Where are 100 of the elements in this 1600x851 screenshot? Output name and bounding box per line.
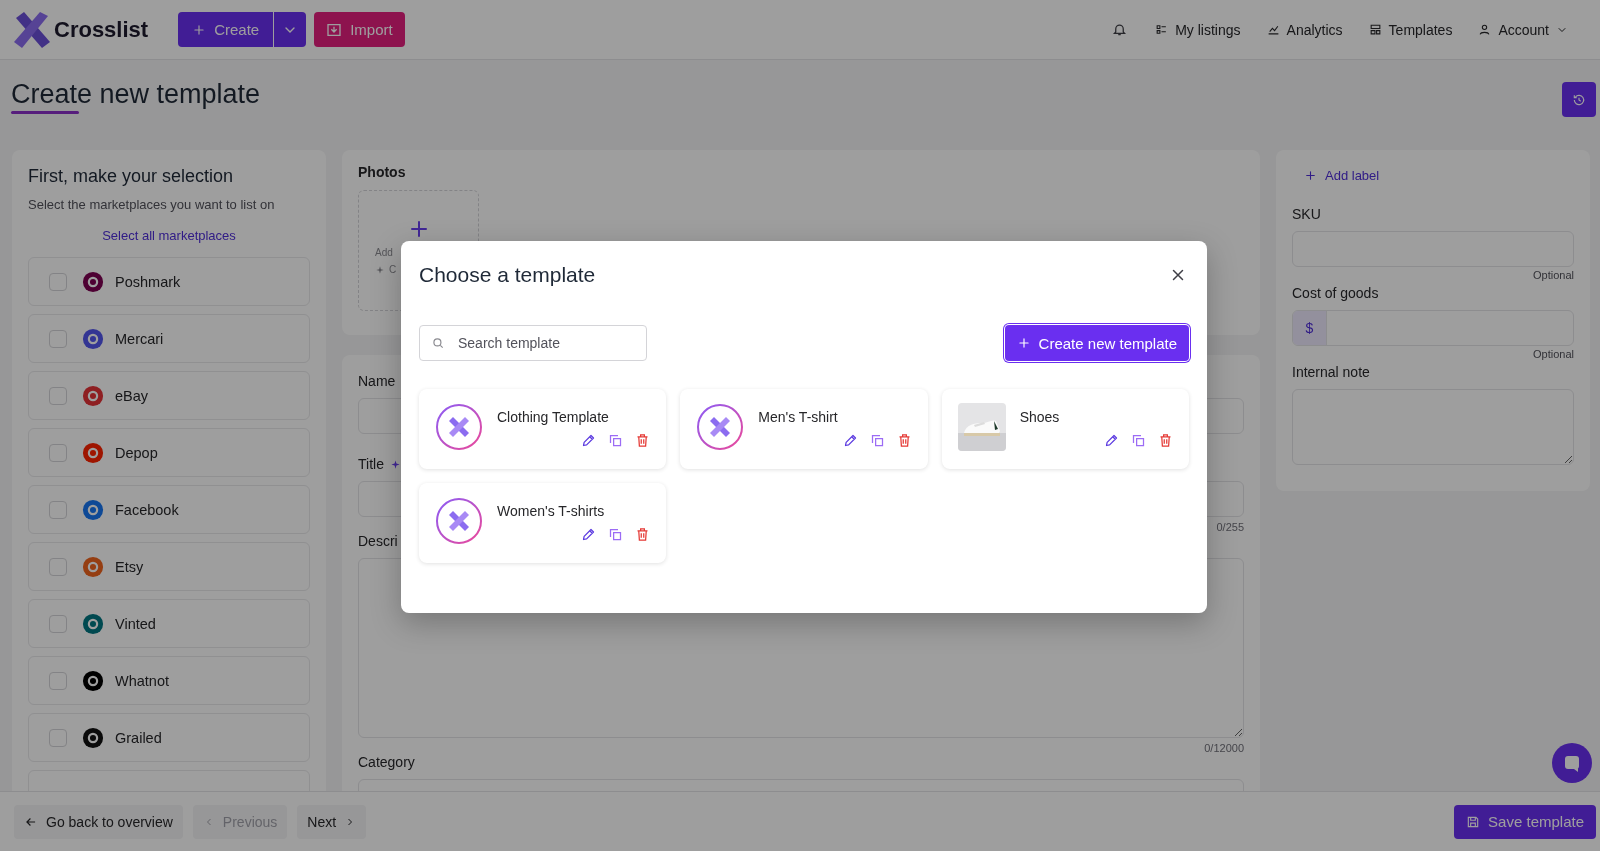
x-logo-icon [12, 9, 52, 50]
nav-link[interactable]: My listings [1155, 21, 1241, 38]
field-label: Name [358, 373, 396, 389]
back-button[interactable]: Go back to overview [14, 804, 183, 839]
optional-hint: Optional [1532, 269, 1574, 281]
delete-button[interactable] [635, 433, 651, 448]
marketplace-row[interactable]: Whatnot [28, 656, 310, 705]
checkbox[interactable] [49, 443, 67, 462]
marketplace-name: Mercari [115, 330, 164, 347]
field-label: Descri [358, 533, 398, 549]
tray-icon [326, 21, 343, 38]
optional-hint: Optional [1532, 348, 1574, 360]
page-title: Create new template [11, 78, 261, 111]
marketplace-row[interactable]: Poshmark [28, 257, 310, 306]
marketplace-name: Facebook [115, 501, 179, 518]
duplicate-button[interactable] [608, 433, 624, 448]
search-field[interactable]: Search template [419, 325, 647, 361]
field-label: Internal note [1292, 364, 1370, 380]
copy-icon [608, 527, 624, 542]
upload-text: Add [375, 247, 393, 258]
copy-icon [608, 433, 624, 448]
nav-link[interactable]: Account [1478, 21, 1568, 38]
delete-button[interactable] [1158, 433, 1173, 448]
add-label-link[interactable]: Add label [1292, 168, 1574, 183]
character-counter: 0/255 [1215, 521, 1244, 533]
marketplace-row[interactable]: Facebook [28, 485, 310, 534]
edit-button[interactable] [581, 433, 597, 448]
marketplace-row[interactable]: Grailed [28, 713, 310, 762]
pencil-icon [581, 433, 597, 448]
save-template-button[interactable]: Save template [1454, 804, 1596, 839]
brand-logo-icon [82, 498, 104, 521]
checkbox[interactable] [49, 728, 67, 747]
brand-name: Crosslist [54, 16, 149, 43]
internal-note-field[interactable] [1292, 389, 1574, 465]
checkbox[interactable] [49, 557, 67, 576]
chat-button[interactable] [1552, 743, 1592, 783]
brand-logo-icon [82, 270, 104, 293]
marketplace-row[interactable]: Vinted [28, 599, 310, 648]
template-card[interactable]: Shoes [941, 389, 1189, 469]
field-label: Title [358, 456, 384, 472]
template-name: Men's T-shirt [758, 409, 839, 425]
field-label: Photos [358, 164, 406, 180]
plus-icon [1304, 169, 1317, 182]
duplicate-button[interactable] [1131, 433, 1146, 448]
duplicate-button[interactable] [608, 527, 624, 542]
edit-button[interactable] [1104, 433, 1119, 448]
duplicate-button[interactable] [869, 433, 885, 448]
brand-logo-icon [82, 441, 104, 464]
x-logo-icon [435, 497, 483, 545]
marketplace-name: Depop [115, 444, 158, 461]
search-icon [431, 336, 445, 350]
trash-icon [635, 527, 651, 542]
brand-logo-icon [82, 384, 104, 407]
nav-link[interactable]: Analytics [1266, 21, 1343, 38]
character-counter: 0/12000 [1203, 742, 1244, 754]
currency-prefix: $ [1293, 311, 1327, 345]
delete-button[interactable] [635, 527, 651, 542]
title-underline [11, 111, 79, 115]
create-template-button[interactable]: Create new template [1004, 325, 1189, 361]
marketplace-row[interactable]: Mercari [28, 314, 310, 363]
nav-link[interactable]: Templates [1368, 21, 1453, 38]
create-button[interactable]: Create [178, 12, 274, 47]
marketplace-row[interactable]: Etsy [28, 542, 310, 591]
history-button[interactable] [1562, 82, 1596, 117]
checkbox[interactable] [49, 272, 67, 291]
trash-icon [1158, 433, 1173, 448]
copy-icon [869, 433, 885, 448]
checkbox[interactable] [49, 614, 67, 633]
field-label: Cost of goods [1292, 285, 1379, 301]
cost-field[interactable]: $ [1292, 310, 1574, 346]
brand-logo-icon [82, 726, 104, 749]
import-button[interactable]: Import [314, 12, 405, 47]
brand-logo-icon [82, 612, 104, 635]
checkbox[interactable] [49, 386, 67, 405]
template-card[interactable]: Men's T-shirt [680, 389, 928, 469]
template-card[interactable]: Clothing Template [419, 389, 667, 469]
next-button[interactable]: Next [297, 804, 367, 839]
select-all-link[interactable]: Select all marketplaces [28, 228, 310, 243]
marketplace-name: Etsy [115, 558, 144, 575]
panel-title: First, make your selection [28, 166, 235, 187]
list-icon [1155, 23, 1169, 36]
template-name: Shoes [1019, 409, 1061, 425]
marketplace-row[interactable]: Depop [28, 428, 310, 477]
template-card[interactable]: Women's T-shirts [419, 483, 667, 563]
template-name: Women's T-shirts [497, 503, 606, 519]
checkbox[interactable] [49, 671, 67, 690]
create-dropdown-button[interactable] [274, 12, 307, 47]
field-label: SKU [1292, 206, 1321, 222]
sparkle-icon [389, 458, 401, 470]
checkbox[interactable] [49, 329, 67, 348]
edit-button[interactable] [842, 433, 858, 448]
user-icon [1478, 23, 1492, 36]
plus-icon [192, 22, 207, 37]
marketplace-name: Whatnot [115, 672, 169, 689]
marketplace-name: Poshmark [115, 273, 181, 290]
trash-icon [635, 433, 651, 448]
checkbox[interactable] [49, 500, 67, 519]
marketplace-row[interactable]: eBay [28, 371, 310, 420]
edit-button[interactable] [581, 527, 597, 542]
pencil-icon [1104, 433, 1119, 448]
